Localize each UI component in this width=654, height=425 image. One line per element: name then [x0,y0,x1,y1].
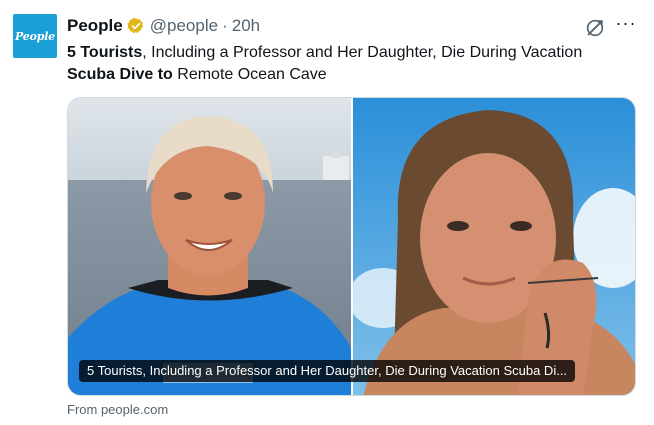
grok-icon[interactable] [584,17,606,39]
link-source[interactable]: From people.com [67,402,168,417]
tweet-text-bold-2: Scuba Dive to [67,66,173,83]
author-name[interactable]: People [67,16,123,36]
tweet-header: People @people · 20h [67,16,260,36]
photo-professor [68,98,351,395]
more-options-icon[interactable]: ··· [615,14,637,36]
photo-daughter [353,98,635,395]
tweet-text-part-4: Remote Ocean Cave [172,66,327,83]
tweet-text-part-2: , Including a Professor and Her Daughter… [142,44,583,61]
verified-badge-icon [127,17,143,34]
avatar[interactable]: People [13,14,57,58]
tweet-text-bold-1: 5 Tourists [67,44,143,61]
timestamp[interactable]: 20h [232,16,260,36]
tweet[interactable]: People People @people · 20h ··· 5 Touris… [0,0,654,425]
link-card-media[interactable]: 5 Tourists, Including a Professor and He… [67,97,636,396]
tweet-text: 5 Tourists, Including a Professor and He… [67,42,642,86]
author-handle[interactable]: @people [150,16,218,36]
separator-dot: · [222,16,228,35]
avatar-logo-text: People [15,29,55,43]
link-card-caption[interactable]: 5 Tourists, Including a Professor and He… [79,360,576,382]
